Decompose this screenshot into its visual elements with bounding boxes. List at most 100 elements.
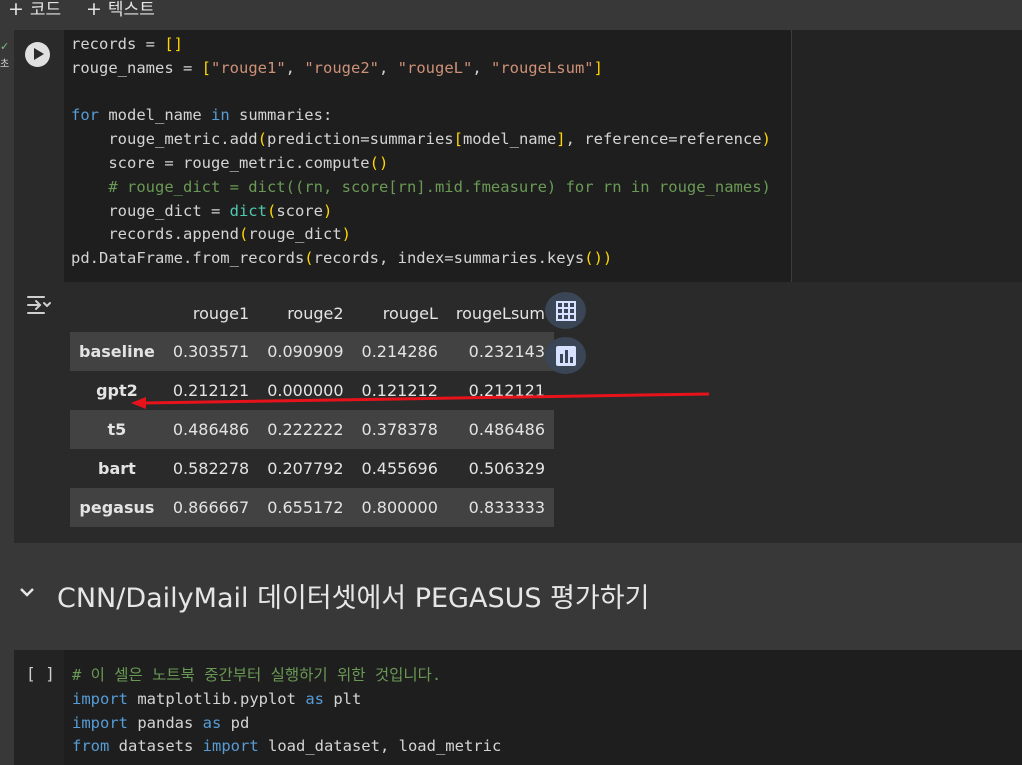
- code-token: model_name: [462, 130, 557, 149]
- code-token: (: [304, 249, 314, 268]
- table-cell: 0.121212: [361, 381, 438, 400]
- row-index: t5: [107, 420, 127, 439]
- convert-to-table-button[interactable]: [545, 292, 586, 329]
- code-token: plt: [323, 689, 362, 708]
- code-token: (: [257, 130, 267, 149]
- code-token: "rougeL": [397, 58, 473, 77]
- code-token: for: [71, 106, 99, 125]
- row-index: bart: [98, 459, 136, 478]
- code-line[interactable]: import matplotlib.pyplot as plt: [72, 688, 501, 712]
- table-cell: 0.378378: [361, 420, 438, 439]
- table-row: gpt2 0.212121 0.000000 0.121212 0.212121: [70, 371, 555, 410]
- chart-icon: [555, 345, 576, 366]
- table-cell: 0.455696: [361, 459, 438, 478]
- code-token: records, index=summaries.keys: [313, 249, 585, 268]
- table-cell: 0.866667: [172, 498, 250, 517]
- code-line[interactable]: [71, 81, 771, 105]
- chevron-down-icon[interactable]: [18, 586, 36, 598]
- code-token: , reference=reference: [565, 130, 762, 149]
- run-cell-button[interactable]: [ ]: [26, 664, 55, 683]
- index-header: [70, 294, 164, 332]
- code-token: as: [305, 689, 324, 708]
- table-cell: 0.655172: [267, 498, 344, 517]
- code-token: pandas: [128, 713, 203, 732]
- execution-time: 초: [0, 59, 10, 70]
- code-token: rouge_dict =: [71, 201, 230, 220]
- code-line[interactable]: records.append(rouge_dict): [71, 223, 771, 247]
- code-token: records =: [71, 35, 165, 53]
- table-cell: 0.833333: [468, 498, 546, 517]
- column-header: rougeLsum: [455, 303, 546, 323]
- add-text-button[interactable]: + 텍스트: [86, 0, 155, 20]
- code-token: datasets: [109, 737, 203, 756]
- code-token: prediction=summaries: [266, 130, 454, 149]
- code-token: model_name: [99, 106, 211, 125]
- dataframe-table: rouge1 rouge2 rougeL rougeLsum baseline …: [70, 294, 555, 527]
- table-cell: 0.212121: [172, 381, 250, 400]
- row-index: baseline: [79, 342, 155, 361]
- code-token: rouge_names =: [71, 58, 202, 77]
- code-token: from: [72, 737, 110, 756]
- code-line[interactable]: score = rouge_metric.compute(): [71, 152, 771, 176]
- code-token: ()): [584, 249, 613, 268]
- code-line[interactable]: records = []: [71, 33, 771, 57]
- code-token: in: [210, 106, 230, 125]
- table-cell: 0.232143: [468, 342, 546, 361]
- code-token: pd: [221, 713, 250, 732]
- table-header-row: rouge1 rouge2 rougeL rougeLsum: [70, 294, 554, 332]
- code-line[interactable]: rouge_metric.add(prediction=summaries[mo…: [71, 128, 771, 152]
- code-text[interactable]: records = [] rouge_names = ["rouge1", "ro…: [71, 33, 771, 271]
- plus-icon: +: [8, 0, 24, 20]
- table-cell: 0.800000: [361, 498, 438, 517]
- code-line[interactable]: import pandas as pd: [72, 712, 501, 736]
- code-token: import: [72, 689, 128, 708]
- code-line[interactable]: for model_name in summaries:: [71, 104, 771, 128]
- code-token: [: [201, 58, 211, 77]
- code-text[interactable]: # 이 셀은 노트북 중간부터 실행하기 위한 것입니다. import matp…: [72, 664, 501, 759]
- code-token: import: [72, 713, 128, 732]
- output-collapse-icon[interactable]: [26, 293, 52, 317]
- code-token: ,: [378, 58, 398, 77]
- code-token: ): [322, 201, 333, 220]
- column-header: rouge2: [287, 303, 344, 323]
- editor-margin: [791, 30, 1022, 282]
- code-line[interactable]: rouge_names = ["rouge1", "rouge2", "roug…: [71, 57, 771, 81]
- table-row: pegasus 0.866667 0.655172 0.800000 0.833…: [70, 488, 555, 527]
- table-icon: [555, 300, 576, 321]
- table-cell: 0.090909: [267, 342, 344, 361]
- code-token: pd.DataFrame.from_records: [71, 249, 305, 268]
- code-line[interactable]: rouge_dict = dict(score): [71, 200, 771, 224]
- code-token: load_dataset, load_metric: [258, 737, 502, 756]
- code-token: as: [202, 713, 222, 732]
- table-cell: 0.582278: [172, 459, 250, 478]
- add-code-button[interactable]: + 코드: [8, 0, 61, 20]
- section-header: CNN/DailyMail 데이터셋에서 PEGASUS 평가하기: [0, 568, 1022, 620]
- code-token: ,: [285, 58, 305, 77]
- table-cell: 0.506329: [468, 459, 546, 478]
- table-row: baseline 0.303571 0.090909 0.214286 0.23…: [70, 332, 555, 371]
- code-token: (: [238, 225, 249, 244]
- row-index: gpt2: [96, 381, 138, 400]
- suggest-charts-button[interactable]: [545, 337, 586, 374]
- table-cell: 0.212121: [468, 381, 546, 400]
- code-token: (: [266, 201, 277, 220]
- code-token: score: [276, 201, 323, 220]
- code-token: ): [761, 130, 771, 149]
- code-token: # rouge_dict = dict((rn, score[rn].mid.f…: [71, 177, 771, 196]
- code-token: matplotlib.pyplot: [128, 689, 306, 708]
- code-token: "rouge1": [211, 58, 286, 77]
- code-token: "rougeLsum": [490, 58, 594, 77]
- column-header: rouge1: [192, 303, 250, 323]
- table-cell: 0.303571: [172, 342, 250, 361]
- code-token: dict: [229, 201, 267, 220]
- code-token: rouge_metric.add: [71, 130, 258, 149]
- table-row: bart 0.582278 0.207792 0.455696 0.506329: [70, 449, 555, 488]
- code-token: summaries:: [229, 106, 333, 125]
- code-line[interactable]: # rouge_dict = dict((rn, score[rn].mid.f…: [71, 176, 771, 200]
- run-cell-button[interactable]: [25, 42, 50, 67]
- code-line[interactable]: # 이 셀은 노트북 중간부터 실행하기 위한 것입니다.: [72, 664, 501, 688]
- code-token: [: [453, 130, 463, 149]
- code-token: (): [369, 153, 389, 172]
- code-line[interactable]: from datasets import load_dataset, load_…: [72, 735, 501, 759]
- code-line[interactable]: pd.DataFrame.from_records(records, index…: [71, 247, 771, 271]
